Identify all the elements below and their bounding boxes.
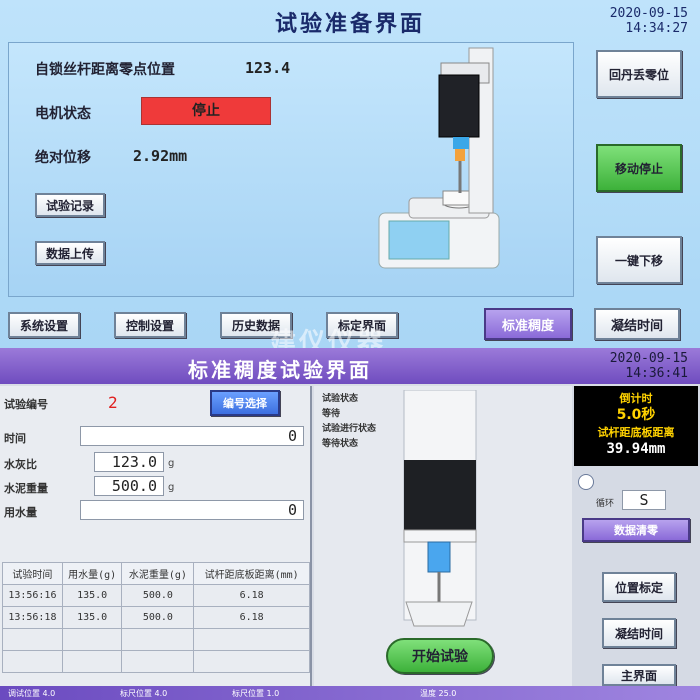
data-upload-button[interactable]: 数据上传 (35, 241, 105, 265)
water-cement-field[interactable]: 123.0 (94, 452, 164, 472)
table-header: 试验时间 (2, 562, 63, 585)
table-header: 水泥重量(g) (121, 562, 195, 585)
table-row (2, 628, 310, 651)
start-test-button[interactable]: 开始试验 (386, 638, 494, 674)
clock-icon[interactable] (578, 474, 594, 490)
abs-displacement-label: 绝对位移 (35, 150, 91, 166)
unit-label: g (168, 482, 175, 493)
preparation-screen: 试验准备界面 2020-09-15 14:34:27 自锁丝杆距离零点位置 12… (0, 0, 700, 348)
cycle-field[interactable]: S (622, 490, 666, 510)
test-status-info: 试验状态 等待 试验进行状态 等待状态 (322, 392, 376, 452)
countdown-value: 5.0秒 (616, 407, 656, 423)
clock-time: 14:36:41 (625, 366, 688, 381)
water-amount-field[interactable]: 0 (80, 500, 304, 520)
water-cement-label: 水灰比 (4, 458, 37, 471)
tab-system-settings[interactable]: 系统设置 (8, 312, 80, 338)
table-cell: 135.0 (61, 606, 123, 629)
page-title: 试验准备界面 (274, 12, 425, 37)
return-zero-button[interactable]: 回丹丢零位 (596, 50, 682, 98)
test-data-pane: 试验编号 2 编号选择 时间 0 水灰比 123.0 g 水泥重量 500.0 … (0, 386, 312, 686)
distance-value: 39.94mm (606, 441, 666, 457)
status-bar: 调试位置 4.0 标尺位置 4.0 标尺位置 1.0 温度 25.0 (0, 686, 700, 700)
motor-status-label: 电机状态 (35, 106, 91, 122)
countdown-display: 倒计时 5.0秒 试杆距底板距离 39.94mm (574, 386, 698, 466)
standard-consistency-screen: 标准稠度试验界面 2020-09-15 14:36:41 试验编号 2 编号选择… (0, 348, 700, 700)
test-record-button[interactable]: 试验记录 (35, 193, 105, 217)
status-panel: 自锁丝杆距离零点位置 123.4 电机状态 停止 绝对位移 2.92mm 试验记… (8, 42, 574, 297)
clock: 2020-09-15 14:34:27 (610, 6, 688, 36)
table-cell: 13:56:16 (2, 584, 63, 607)
sample-no-row: 试验编号 2 编号选择 (0, 390, 312, 416)
time-label: 时间 (4, 432, 26, 445)
home-button[interactable]: 主界面 (602, 664, 676, 686)
abs-displacement-value: 2.92mm (133, 147, 188, 165)
time-row: 时间 0 (0, 426, 312, 450)
vicat-apparatus-illustration (403, 390, 477, 627)
table-row[interactable]: 13:56:16 135.0 500.0 6.18 (2, 584, 310, 607)
motor-status-indicator: 停止 (141, 97, 271, 125)
clock-date: 2020-09-15 (609, 351, 688, 366)
water-cement-row: 水灰比 123.0 g (0, 452, 312, 476)
table-row (2, 650, 310, 673)
water-amount-label: 用水量 (4, 506, 37, 519)
unit-label: g (168, 458, 175, 469)
setting-time-button[interactable]: 凝结时间 (602, 618, 676, 648)
header-bar: 标准稠度试验界面 2020-09-15 14:36:41 (0, 348, 700, 384)
vicat-apparatus-illustration (378, 47, 500, 269)
sample-no-label: 试验编号 (4, 398, 48, 411)
position-calibrate-button[interactable]: 位置标定 (602, 572, 676, 602)
clock-time: 14:34:27 (625, 21, 688, 36)
table-cell: 135.0 (61, 584, 123, 607)
tab-standard-consistency[interactable]: 标准稠度 (484, 308, 572, 340)
table-cell: 500.0 (121, 606, 195, 629)
table-header: 试杆距底板距离(mm) (193, 562, 310, 585)
table-cell: 13:56:18 (2, 606, 63, 629)
one-key-down-button[interactable]: 一键下移 (596, 236, 682, 284)
clear-data-button[interactable]: 数据清零 (582, 518, 690, 542)
progress-value: 等待状态 (322, 439, 359, 449)
clock-date: 2020-09-15 (609, 6, 688, 21)
status-item: 温度 25.0 (420, 689, 457, 698)
countdown-label: 倒计时 (619, 392, 653, 405)
cement-weight-field[interactable]: 500.0 (94, 476, 164, 496)
status-value: 等待 (322, 409, 341, 419)
time-field[interactable]: 0 (80, 426, 304, 446)
distance-label: 试杆距底板距离 (597, 426, 675, 439)
sample-no-value: 2 (108, 393, 118, 412)
status-label: 试验状态 (322, 394, 359, 404)
clock: 2020-09-15 14:36:41 (610, 351, 688, 381)
page-title: 标准稠度试验界面 (188, 358, 372, 382)
status-item: 标尺位置 4.0 (120, 689, 168, 698)
status-item: 调试位置 4.0 (8, 689, 56, 698)
select-group-button[interactable]: 编号选择 (210, 390, 280, 416)
table-cell: 6.18 (193, 606, 310, 629)
results-table: 试验时间 用水量(g) 水泥重量(g) 试杆距底板距离(mm) 13:56:16… (2, 562, 310, 673)
table-row[interactable]: 13:56:18 135.0 500.0 6.18 (2, 606, 310, 629)
table-cell: 500.0 (121, 584, 195, 607)
cement-weight-label: 水泥重量 (4, 482, 48, 495)
cycle-label: 循环 (596, 499, 615, 509)
control-pane: 倒计时 5.0秒 试杆距底板距离 39.94mm 循环 S 数据清零 位置标定 … (572, 386, 700, 686)
zero-position-value: 123.4 (245, 59, 291, 77)
water-amount-row: 用水量 0 (0, 500, 312, 524)
table-cell: 6.18 (193, 584, 310, 607)
tab-control-settings[interactable]: 控制设置 (114, 312, 186, 338)
zero-position-label: 自锁丝杆距离零点位置 (35, 62, 175, 78)
cement-weight-row: 水泥重量 500.0 g (0, 476, 312, 500)
table-header: 用水量(g) (61, 562, 123, 585)
status-item: 标尺位置 1.0 (232, 689, 280, 698)
apparatus-pane: 试验状态 等待 试验进行状态 等待状态 开始试验 (314, 386, 572, 686)
tab-setting-time[interactable]: 凝结时间 (594, 308, 680, 340)
progress-label: 试验进行状态 (322, 424, 377, 434)
table-header-row: 试验时间 用水量(g) 水泥重量(g) 试杆距底板距离(mm) (2, 562, 310, 585)
move-stop-button[interactable]: 移动停止 (596, 144, 682, 192)
